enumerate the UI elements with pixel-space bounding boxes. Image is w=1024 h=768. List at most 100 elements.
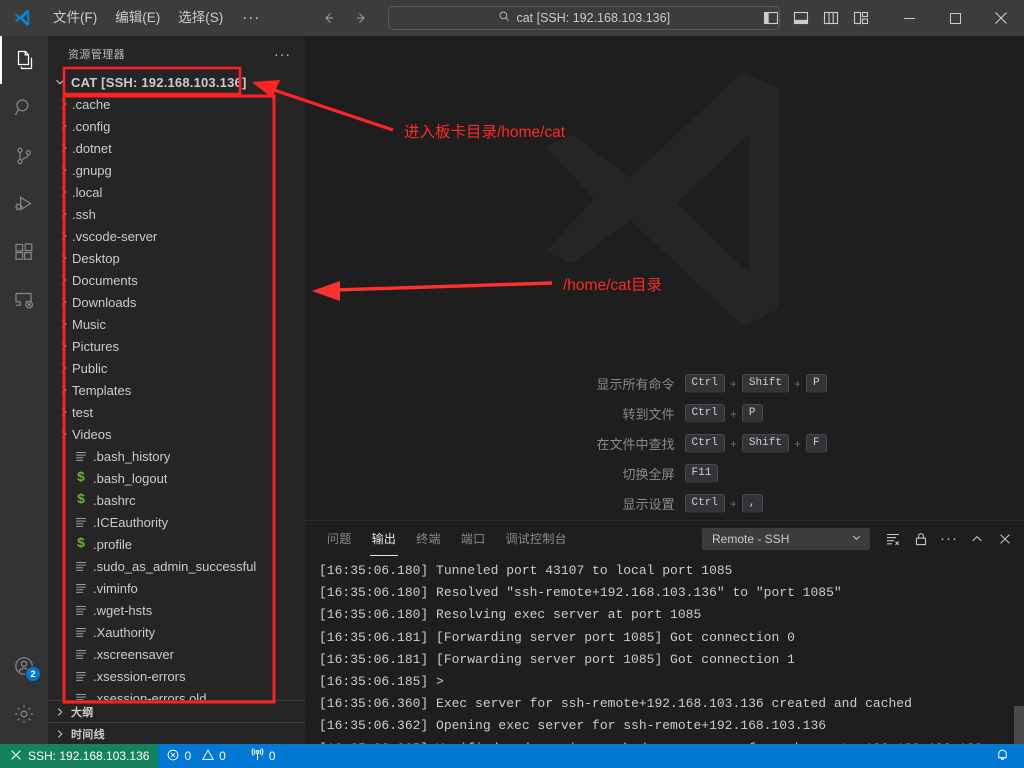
more-actions-icon[interactable]: ··· [936, 526, 962, 552]
sidebar-item-extensions[interactable] [0, 228, 48, 276]
sidebar-item-explorer[interactable] [0, 36, 48, 84]
tree-item[interactable]: Public [48, 357, 305, 379]
tree-item[interactable]: .gnupg [48, 159, 305, 181]
menu-overflow-button[interactable]: ··· [232, 5, 270, 31]
maximize-panel-icon[interactable] [964, 526, 990, 552]
shortcut-label[interactable]: 显示所有命令 [475, 374, 685, 393]
text-file-icon [72, 669, 90, 683]
tree-item[interactable]: $ .bashrc [48, 489, 305, 511]
tree-item[interactable]: .wget-hsts [48, 599, 305, 621]
tree-item[interactable]: .ssh [48, 203, 305, 225]
tree-item[interactable]: .local [48, 181, 305, 203]
tree-item[interactable]: .vscode-server [48, 225, 305, 247]
editor-area: 显示所有命令 Ctrl + Shift + P 转到文件 Ctrl + P 在文件中查找 Ctrl + S… [305, 36, 1024, 520]
tree-item[interactable]: Templates [48, 379, 305, 401]
menu-selection[interactable]: 选择(S) [169, 5, 232, 31]
panel-scrollbar[interactable] [1014, 556, 1024, 746]
status-problems[interactable]: 0 0 [158, 744, 233, 768]
close-icon[interactable] [978, 0, 1024, 36]
tab-ports[interactable]: 端口 [451, 521, 496, 556]
tree-item[interactable]: test [48, 401, 305, 423]
sidebar-item-manage[interactable] [0, 690, 48, 738]
tree-item[interactable]: $ .profile [48, 533, 305, 555]
menu-file[interactable]: 文件(F) [44, 5, 106, 31]
tab-output[interactable]: 输出 [362, 521, 407, 556]
tree-item[interactable]: .viminfo [48, 577, 305, 599]
chevron-right-icon [56, 361, 72, 375]
status-notifications[interactable] [981, 744, 1024, 768]
keyboard-key: Shift [741, 434, 789, 453]
shell-script-file-icon: $ [76, 536, 86, 552]
error-icon [166, 748, 180, 765]
clear-output-icon[interactable] [880, 526, 906, 552]
tree-item[interactable]: .dotnet [48, 137, 305, 159]
tree-item[interactable]: .cache [48, 93, 305, 115]
status-ports[interactable]: 0 [242, 744, 284, 768]
shortcut-keys: F11 [684, 464, 855, 483]
tree-item-label: Pictures [72, 338, 119, 354]
text-file-icon [72, 581, 90, 595]
customize-layout-icon[interactable] [848, 5, 874, 31]
menu-edit[interactable]: 编辑(E) [106, 5, 169, 31]
sidebar-item-source-control[interactable] [0, 132, 48, 180]
tree-item[interactable]: .Xauthority [48, 621, 305, 643]
tree-item[interactable]: Desktop [48, 247, 305, 269]
shortcut-label[interactable]: 显示设置 [475, 494, 685, 513]
chevron-right-icon [56, 317, 72, 331]
text-file-icon [72, 449, 90, 463]
chevron-right-icon [52, 727, 68, 741]
status-remote-indicator[interactable]: SSH: 192.168.103.136 [0, 744, 159, 768]
output-channel-select[interactable]: Remote - SSH [702, 527, 870, 550]
tab-debug-console[interactable]: 调试控制台 [495, 521, 577, 556]
panel-actions: Remote - SSH ··· [702, 521, 1018, 556]
shortcut-row: 显示设置 Ctrl +, [475, 494, 855, 513]
tab-problems[interactable]: 问题 [317, 521, 362, 556]
toggle-secondary-sidebar-icon[interactable] [818, 5, 844, 31]
command-center[interactable]: cat [SSH: 192.168.103.136] [388, 6, 781, 30]
tree-item[interactable]: Downloads [48, 291, 305, 313]
explorer-root-folder[interactable]: CAT [SSH: 192.168.103.136] [48, 71, 305, 93]
sidebar-item-run-and-debug[interactable] [0, 180, 48, 228]
minimize-icon[interactable] [886, 0, 932, 36]
keyboard-key: Ctrl [684, 374, 725, 393]
tree-item[interactable]: Documents [48, 269, 305, 291]
tree-item[interactable]: .xscreensaver [48, 643, 305, 665]
shortcut-label[interactable]: 在文件中查找 [475, 434, 685, 453]
sidebar-item-accounts[interactable]: 2 [0, 642, 48, 690]
sidebar-section-outline[interactable]: 大纲 [48, 700, 305, 722]
bottom-panel: 问题 输出 终端 端口 调试控制台 Remote - SSH ··· [16:3… [305, 520, 1024, 746]
output-log[interactable]: [16:35:06.180] Tunneled port 43107 to lo… [305, 556, 1024, 744]
panel-scrollbar-thumb[interactable] [1014, 706, 1024, 746]
tree-item[interactable]: .xsession-errors.old [48, 687, 305, 700]
tree-item[interactable]: .sudo_as_admin_successful [48, 555, 305, 577]
shortcut-label[interactable]: 转到文件 [475, 404, 685, 423]
tree-item[interactable]: $ .bash_logout [48, 467, 305, 489]
sidebar-section-timeline[interactable]: 时间线 [48, 722, 305, 744]
tree-item[interactable]: .bash_history [48, 445, 305, 467]
tab-terminal[interactable]: 终端 [406, 521, 451, 556]
shortcut-row: 在文件中查找 Ctrl + Shift + F [475, 434, 855, 453]
tree-item[interactable]: Music [48, 313, 305, 335]
toggle-panel-icon[interactable] [788, 5, 814, 31]
arrow-left-icon[interactable] [320, 9, 338, 27]
file-tree[interactable]: .cache .config .dotnet .gnupg .local .ssh .vsc… [48, 93, 305, 700]
shortcut-label[interactable]: 切换全屏 [475, 464, 685, 483]
arrow-right-icon[interactable] [352, 9, 370, 27]
close-panel-icon[interactable] [992, 526, 1018, 552]
tree-item[interactable]: Videos [48, 423, 305, 445]
sidebar-item-remote-explorer[interactable] [0, 276, 48, 324]
status-ports-count: 0 [268, 749, 276, 763]
tree-item[interactable]: .config [48, 115, 305, 137]
tree-item[interactable]: .ICEauthority [48, 511, 305, 533]
maximize-icon[interactable] [932, 0, 978, 36]
tree-item[interactable]: .xsession-errors [48, 665, 305, 687]
tree-item[interactable]: Pictures [48, 335, 305, 357]
output-line: [16:35:06.180] Resolved "ssh-remote+192.… [319, 585, 842, 601]
toggle-primary-sidebar-icon[interactable] [758, 5, 784, 31]
keyboard-key: Ctrl [684, 494, 725, 513]
tree-item-label: .local [72, 184, 103, 200]
sidebar-item-search[interactable] [0, 84, 48, 132]
lock-scroll-icon[interactable] [908, 526, 934, 552]
shortcut-keys: Ctrl + P [684, 404, 855, 423]
sidebar-more-actions-icon[interactable]: ··· [268, 46, 297, 62]
